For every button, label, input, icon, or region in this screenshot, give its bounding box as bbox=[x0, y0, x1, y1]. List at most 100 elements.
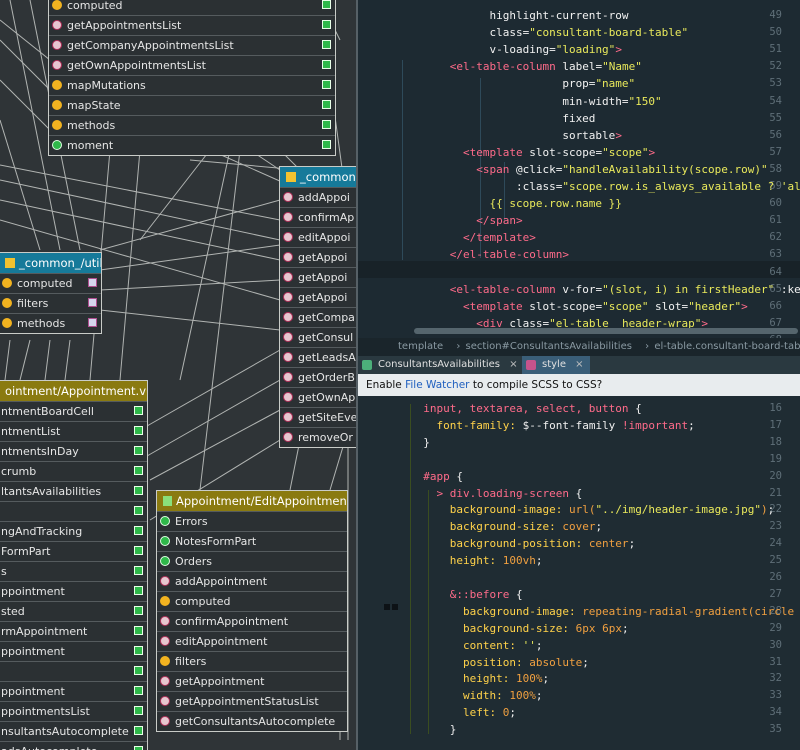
module-member-row[interactable]: ntmentList bbox=[0, 421, 147, 441]
module-member-row[interactable]: mapState bbox=[49, 95, 335, 115]
code-line[interactable]: position: absolute; bbox=[410, 656, 589, 669]
module-member-row[interactable]: getSiteEve bbox=[280, 407, 356, 427]
module-member-row[interactable]: moment bbox=[49, 135, 335, 155]
code-line[interactable]: height: 100%; bbox=[410, 672, 549, 685]
module-member-row[interactable]: addAppointment bbox=[157, 571, 347, 591]
code-line[interactable]: background-size: 6px 6px; bbox=[410, 622, 629, 635]
code-line[interactable]: #app { bbox=[410, 470, 463, 483]
module-box-common[interactable]: _common addAppoi confirmAp editAppoi getApp… bbox=[279, 166, 356, 448]
code-line[interactable]: </el-table-column> bbox=[410, 248, 569, 261]
code-line[interactable]: } bbox=[410, 436, 430, 449]
module-box-edit-header[interactable]: Appointment/EditAppointment.vue bbox=[157, 491, 347, 511]
tab-consultants-availabilities[interactable]: ConsultantsAvailabilities × bbox=[358, 356, 538, 374]
module-member-row[interactable]: getOwnAp bbox=[280, 387, 356, 407]
module-member-row[interactable] bbox=[0, 501, 147, 521]
module-member-row[interactable]: getOrderB bbox=[280, 367, 356, 387]
module-box-util[interactable]: _common_/util.js computed filters methods bbox=[0, 252, 102, 334]
module-member-row[interactable]: ppointment bbox=[0, 641, 147, 661]
close-icon[interactable]: × bbox=[509, 359, 517, 370]
module-member-row[interactable]: editAppointment bbox=[157, 631, 347, 651]
code-line[interactable]: content: ''; bbox=[410, 639, 543, 652]
module-member-row[interactable]: getAppoi bbox=[280, 267, 356, 287]
module-member-row[interactable]: computed bbox=[49, 0, 335, 15]
editor-pane-style[interactable]: 16 input, textarea, select, button {17 f… bbox=[358, 396, 800, 750]
module-member-row[interactable]: ppointment bbox=[0, 681, 147, 701]
code-line[interactable]: </template> bbox=[410, 231, 536, 244]
module-member-row[interactable]: getCompanyAppointmentsList bbox=[49, 35, 335, 55]
module-box-top[interactable]: computed getAppointmentsList getCompanyApp… bbox=[48, 0, 336, 156]
module-member-row[interactable]: ppointment bbox=[0, 581, 147, 601]
module-member-row[interactable]: getAppointment bbox=[157, 671, 347, 691]
module-member-row[interactable]: getConsul bbox=[280, 327, 356, 347]
module-member-row[interactable]: ngAndTracking bbox=[0, 521, 147, 541]
code-line[interactable]: width: 100%; bbox=[410, 689, 543, 702]
code-line[interactable]: :class="scope.row.is_always_available ? … bbox=[410, 180, 800, 193]
module-member-row[interactable]: methods bbox=[0, 313, 101, 333]
module-box-util-header[interactable]: _common_/util.js bbox=[0, 253, 101, 273]
code-line[interactable]: class="consultant-board-table" bbox=[410, 26, 688, 39]
module-member-row[interactable]: Errors bbox=[157, 511, 347, 531]
module-member-row[interactable]: computed bbox=[157, 591, 347, 611]
breakpoint-marker[interactable] bbox=[384, 604, 390, 610]
module-member-row[interactable]: crumb bbox=[0, 461, 147, 481]
code-line[interactable]: v-loading="loading"> bbox=[410, 43, 621, 56]
module-member-row[interactable]: adsAutocomplete bbox=[0, 741, 147, 750]
code-line[interactable]: font-family: $--font-family !important; bbox=[410, 419, 694, 432]
module-member-row[interactable]: filters bbox=[0, 293, 101, 313]
code-line[interactable]: <template slot-scope="scope"> bbox=[410, 146, 655, 159]
code-line[interactable]: left: 0; bbox=[410, 706, 516, 719]
code-line[interactable]: background-image: repeating-radial-gradi… bbox=[410, 605, 800, 618]
module-member-row[interactable]: ltantsAvailabilities bbox=[0, 481, 147, 501]
module-member-row[interactable]: confirmAppointment bbox=[157, 611, 347, 631]
module-member-row[interactable]: getAppoi bbox=[280, 287, 356, 307]
module-member-row[interactable]: rmAppointment bbox=[0, 621, 147, 641]
module-member-row[interactable]: removeOr bbox=[280, 427, 356, 447]
code-line[interactable]: <span @click="handleAvailability(scope.r… bbox=[410, 163, 767, 176]
code-line[interactable]: {{ scope.row.name }} bbox=[410, 197, 621, 210]
module-member-row[interactable]: nsultantsAutocomplete bbox=[0, 721, 147, 741]
module-member-row[interactable] bbox=[0, 661, 147, 681]
module-member-row[interactable]: getLeadsA bbox=[280, 347, 356, 367]
code-line[interactable]: input, textarea, select, button { bbox=[410, 402, 642, 415]
module-member-row[interactable]: getOwnAppointmentsList bbox=[49, 55, 335, 75]
code-line[interactable]: <el-table-column label="Name" bbox=[410, 60, 642, 73]
module-member-row[interactable]: FormPart bbox=[0, 541, 147, 561]
module-box-edit-appointment[interactable]: Appointment/EditAppointment.vue Errors No… bbox=[156, 490, 348, 732]
code-line[interactable]: > div.loading-screen { bbox=[410, 487, 582, 500]
module-member-row[interactable]: ntmentsInDay bbox=[0, 441, 147, 461]
horizontal-scrollbar[interactable] bbox=[414, 328, 798, 334]
breakpoint-marker[interactable] bbox=[392, 604, 398, 610]
code-line[interactable]: min-width="150" bbox=[410, 95, 661, 108]
file-watcher-link[interactable]: File Watcher bbox=[405, 379, 469, 391]
module-member-row[interactable]: editAppoi bbox=[280, 227, 356, 247]
code-line[interactable]: sortable> bbox=[410, 129, 622, 142]
module-member-row[interactable]: getConsultantsAutocomplete bbox=[157, 711, 347, 731]
module-member-row[interactable]: s bbox=[0, 561, 147, 581]
module-member-row[interactable]: getAppointmentStatusList bbox=[157, 691, 347, 711]
code-line[interactable]: background-image: url("../img/header-ima… bbox=[410, 503, 775, 516]
module-member-row[interactable]: ntmentBoardCell bbox=[0, 401, 147, 421]
code-line[interactable]: </span> bbox=[410, 214, 522, 227]
module-member-row[interactable]: sted bbox=[0, 601, 147, 621]
editor-pane-template[interactable]: 49 highlight-current-row 50 class="consul… bbox=[358, 0, 800, 338]
close-icon[interactable]: × bbox=[575, 359, 583, 370]
code-line[interactable]: fixed bbox=[410, 112, 595, 125]
module-member-row[interactable]: getAppoi bbox=[280, 247, 356, 267]
code-line[interactable]: background-position: center; bbox=[410, 537, 635, 550]
module-member-row[interactable]: computed bbox=[0, 273, 101, 293]
breadcrumb-item[interactable]: el-table.consultant-board-table bbox=[654, 341, 800, 352]
breadcrumb-item[interactable]: section#ConsultantsAvailabilities bbox=[466, 341, 632, 352]
module-box-appointment[interactable]: ointment/Appointment.vue ntmentBoardCell… bbox=[0, 380, 148, 750]
dependency-diagram[interactable]: computed getAppointmentsList getCompanyApp… bbox=[0, 0, 356, 750]
module-member-row[interactable]: Orders bbox=[157, 551, 347, 571]
breadcrumb-item[interactable]: template bbox=[398, 341, 443, 352]
module-member-row[interactable]: getCompa bbox=[280, 307, 356, 327]
module-member-row[interactable]: NotesFormPart bbox=[157, 531, 347, 551]
module-member-row[interactable]: addAppoi bbox=[280, 187, 356, 207]
code-editor[interactable]: 49 highlight-current-row 50 class="consul… bbox=[356, 0, 800, 750]
code-line[interactable]: } bbox=[410, 723, 457, 736]
module-box-common-header[interactable]: _common bbox=[280, 167, 356, 187]
module-member-row[interactable]: confirmAp bbox=[280, 207, 356, 227]
code-line[interactable]: <el-table-column v-for="(slot, i) in fir… bbox=[410, 283, 800, 296]
code-line[interactable]: &::before { bbox=[410, 588, 523, 601]
